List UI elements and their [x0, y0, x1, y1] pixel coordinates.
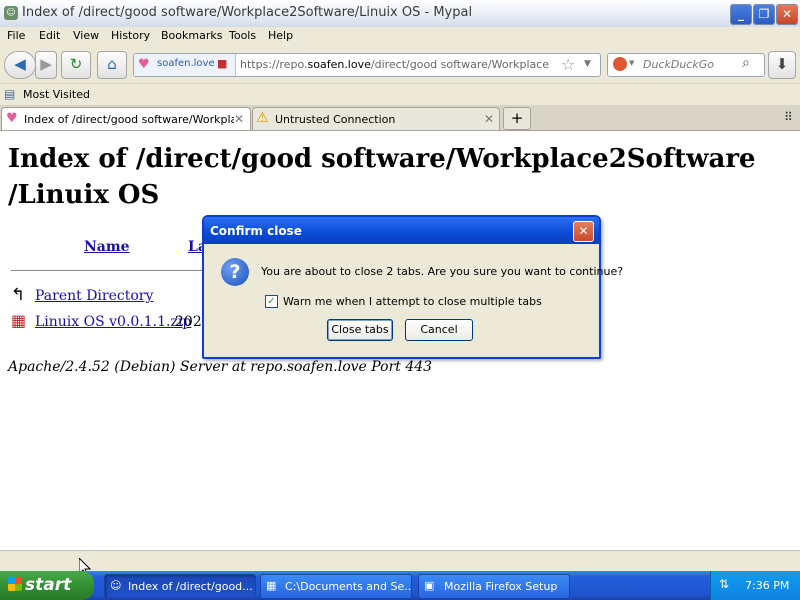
- taskbar: start ☺ Index of /direct/good... ▦ C:\Do…: [0, 571, 800, 600]
- url-bar[interactable]: ♥ soafen.love ■ https://repo.soafen.love…: [133, 53, 601, 77]
- home-icon: ⌂: [107, 55, 117, 73]
- new-tab-button[interactable]: +: [503, 107, 531, 130]
- insecure-lock-icon: ■: [217, 57, 228, 70]
- close-window-button[interactable]: ✕: [776, 4, 798, 25]
- taskbar-item-browser[interactable]: ☺ Index of /direct/good...: [104, 574, 256, 599]
- file-link[interactable]: Linuix OS v0.0.1.1.zip: [35, 314, 191, 330]
- menu-help[interactable]: Help: [268, 29, 293, 42]
- menu-view[interactable]: View: [73, 29, 99, 42]
- dialog-message: You are about to close 2 tabs. Are you s…: [261, 265, 624, 278]
- duckduckgo-icon[interactable]: [613, 57, 627, 71]
- forward-arrow-icon: ▶: [40, 55, 52, 73]
- downloads-button[interactable]: ⬇: [768, 51, 796, 79]
- minimize-button[interactable]: _: [730, 4, 752, 25]
- plus-icon: +: [510, 109, 524, 127]
- download-arrow-icon: ⬇: [775, 55, 789, 73]
- menu-edit[interactable]: Edit: [39, 29, 60, 42]
- bookmarks-toolbar: ▤ Most Visited: [0, 83, 800, 106]
- close-tab-icon[interactable]: ✕: [234, 112, 244, 126]
- heart-favicon-icon: ♥: [138, 57, 150, 72]
- system-tray: ⇅ 7:36 PM: [710, 571, 800, 600]
- browser-logo-icon: ☺: [110, 579, 122, 592]
- cancel-button[interactable]: Cancel: [405, 319, 473, 341]
- dialog-title: Confirm close: [210, 224, 302, 238]
- windows-flag-icon: [8, 577, 22, 591]
- taskbar-item-label: Index of /direct/good...: [128, 580, 253, 593]
- site-identity-label: soafen.love: [157, 58, 215, 69]
- url-prefix: https://repo.: [240, 58, 308, 71]
- search-icon[interactable]: ⌕: [742, 55, 750, 71]
- window-title: Index of /direct/good software/Workplace…: [22, 5, 473, 20]
- forward-button[interactable]: ▶: [35, 51, 57, 79]
- tab-bar: ♥ Index of /direct/good software/Workpla…: [0, 105, 800, 131]
- url-path: /direct/good software/Workplace2Softwa: [370, 58, 550, 71]
- question-icon: ?: [221, 258, 249, 286]
- menu-bookmarks[interactable]: Bookmarks: [161, 29, 222, 42]
- menu-history[interactable]: History: [111, 29, 150, 42]
- column-name-link[interactable]: Name: [84, 239, 130, 255]
- back-arrow-icon: ◀: [14, 55, 26, 73]
- start-button[interactable]: start: [0, 571, 94, 600]
- warn-checkbox-label[interactable]: Warn me when I attempt to close multiple…: [283, 295, 542, 308]
- menu-file[interactable]: File: [7, 29, 25, 42]
- status-bar: [0, 550, 800, 572]
- installer-icon: ▣: [424, 579, 435, 592]
- start-label: start: [25, 575, 72, 595]
- search-placeholder: DuckDuckGo: [643, 58, 714, 71]
- menu-bar: File Edit View History Bookmarks Tools H…: [0, 27, 800, 46]
- most-visited-icon: ▤: [4, 87, 16, 101]
- bookmark-star-icon[interactable]: ☆: [561, 55, 575, 74]
- file-date: 202: [175, 314, 202, 330]
- search-bar[interactable]: ▼ DuckDuckGo ⌕: [607, 53, 765, 77]
- window-title-bar[interactable]: ☺ Index of /direct/good software/Workpla…: [0, 0, 800, 28]
- taskbar-item-label: C:\Documents and Se...: [285, 580, 412, 593]
- archive-file-icon: ▦: [11, 311, 27, 330]
- tab-index-of[interactable]: ♥ Index of /direct/good software/Workpla…: [1, 107, 251, 130]
- dialog-close-button[interactable]: ✕: [573, 221, 594, 242]
- taskbar-item-setup[interactable]: ▣ Mozilla Firefox Setup: [418, 574, 570, 599]
- server-footer: Apache/2.4.52 (Debian) Server at repo.so…: [8, 359, 433, 375]
- reload-button[interactable]: ↻: [61, 51, 91, 79]
- url-dropdown-icon[interactable]: ▼: [584, 59, 591, 69]
- close-tabs-button[interactable]: Close tabs: [327, 319, 393, 341]
- dialog-title-bar[interactable]: Confirm close ✕: [204, 217, 599, 244]
- menu-tools[interactable]: Tools: [229, 29, 256, 42]
- search-engine-dropdown-icon[interactable]: ▼: [629, 59, 634, 67]
- site-identity-button[interactable]: ♥ soafen.love ■: [134, 54, 236, 76]
- network-icon[interactable]: ⇅: [719, 577, 729, 591]
- url-text[interactable]: https://repo.soafen.love/direct/good sof…: [240, 58, 550, 71]
- tab-label: Untrusted Connection: [275, 113, 396, 126]
- folder-window-icon: ▦: [266, 579, 277, 592]
- tab-untrusted-connection[interactable]: ⚠ Untrusted Connection ✕: [252, 107, 500, 130]
- warning-icon: ⚠: [256, 110, 269, 126]
- close-icon: ✕: [578, 224, 589, 238]
- taskbar-item-label: Mozilla Firefox Setup: [444, 580, 558, 593]
- close-tab-icon[interactable]: ✕: [484, 112, 494, 126]
- confirm-close-dialog: Confirm close ✕ ? You are about to close…: [202, 215, 623, 359]
- reload-icon: ↻: [69, 55, 83, 73]
- warn-checkbox[interactable]: ✓: [265, 295, 278, 308]
- clock[interactable]: 7:36 PM: [745, 579, 789, 592]
- restore-button[interactable]: ❐: [753, 4, 775, 25]
- url-domain: soafen.love: [307, 58, 371, 71]
- tab-label: Index of /direct/good software/Workplac.…: [24, 113, 234, 126]
- most-visited-bookmark[interactable]: Most Visited: [23, 88, 90, 101]
- heart-favicon-icon: ♥: [6, 111, 18, 126]
- browser-logo-icon: ☺: [4, 6, 18, 20]
- taskbar-item-explorer[interactable]: ▦ C:\Documents and Se...: [260, 574, 412, 599]
- back-button[interactable]: ◀: [4, 51, 36, 79]
- home-button[interactable]: ⌂: [97, 51, 127, 79]
- table-divider: [11, 270, 206, 271]
- back-folder-icon: ↰: [11, 285, 26, 305]
- parent-directory-link[interactable]: Parent Directory: [35, 288, 153, 304]
- page-heading: Index of /direct/good software/Workplace…: [8, 144, 756, 210]
- navigation-toolbar: ◀ ▶ ↻ ⌂ ♥ soafen.love ■ https://repo.soa…: [0, 46, 800, 83]
- list-all-tabs-icon[interactable]: ⠿: [784, 110, 793, 124]
